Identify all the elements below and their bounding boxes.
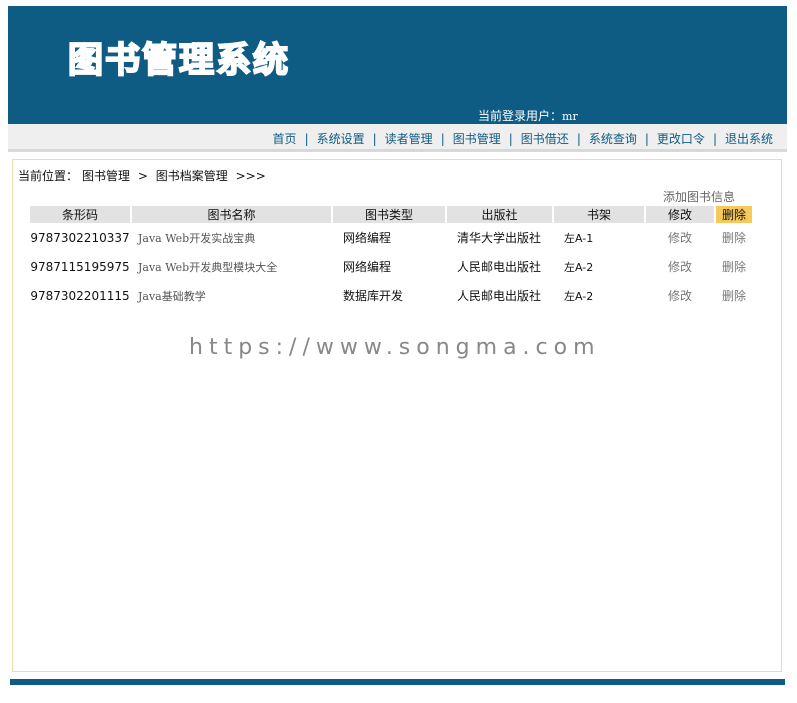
col-header-shelf: 书架 bbox=[554, 206, 644, 223]
nav-borrow-return[interactable]: 图书借还 bbox=[521, 130, 569, 147]
table-header-row: 条形码 图书名称 图书类型 出版社 书架 修改 删除 bbox=[30, 206, 752, 223]
cell-shelf: 左A-2 bbox=[564, 289, 594, 303]
nav-separator: | bbox=[372, 131, 377, 146]
breadcrumb-label: 当前位置： bbox=[18, 169, 79, 183]
breadcrumb-section: 图书管理 bbox=[82, 169, 131, 183]
cell-book-name: Java Web开发典型模块大全 bbox=[138, 260, 278, 274]
watermark-text: https://www.songma.com bbox=[189, 335, 601, 360]
cell-book-name: Java Web开发实战宝典 bbox=[138, 231, 256, 245]
col-header-barcode: 条形码 bbox=[30, 206, 130, 223]
nav-system-query[interactable]: 系统查询 bbox=[589, 130, 637, 147]
breadcrumb-arrow: > bbox=[137, 169, 148, 183]
edit-link[interactable]: 修改 bbox=[646, 252, 714, 281]
current-user-info: 当前登录用户：mr bbox=[478, 107, 578, 124]
books-table: 条形码 图书名称 图书类型 出版社 书架 修改 删除 9787302210337… bbox=[28, 206, 754, 310]
nav-separator: | bbox=[712, 131, 717, 146]
col-header-book-type: 图书类型 bbox=[333, 206, 445, 223]
nav-system-settings[interactable]: 系统设置 bbox=[317, 130, 365, 147]
nav-separator: | bbox=[304, 131, 309, 146]
nav-home[interactable]: 首页 bbox=[273, 130, 297, 147]
cell-book-type: 数据库开发 bbox=[343, 289, 404, 303]
cell-barcode: 9787302210337 bbox=[30, 230, 130, 245]
col-header-publisher: 出版社 bbox=[447, 206, 552, 223]
nav-book-management[interactable]: 图书管理 bbox=[453, 130, 501, 147]
nav-reader-management[interactable]: 读者管理 bbox=[385, 130, 433, 147]
edit-link[interactable]: 修改 bbox=[646, 281, 714, 310]
col-header-book-name: 图书名称 bbox=[132, 206, 331, 223]
content-panel: 当前位置： 图书管理 > 图书档案管理 >>> 添加图书信息 条形码 图书名称 图… bbox=[12, 159, 782, 672]
breadcrumb-page: 图书档案管理 bbox=[155, 169, 228, 183]
login-label: 当前登录用户： bbox=[478, 109, 563, 123]
add-book-link[interactable]: 添加图书信息 bbox=[663, 188, 735, 205]
cell-book-name: Java基础教学 bbox=[138, 289, 206, 303]
delete-link[interactable]: 删除 bbox=[716, 252, 752, 281]
table-row: 9787302210337 Java Web开发实战宝典 网络编程 清华大学出版… bbox=[30, 223, 752, 252]
app-logo: 图书管理系统 bbox=[67, 40, 291, 82]
breadcrumb: 当前位置： 图书管理 > 图书档案管理 >>> bbox=[18, 167, 270, 184]
main-nav: 首页 | 系统设置 | 读者管理 | 图书管理 | 图书借还 | 系统查询 | … bbox=[8, 124, 787, 152]
table-row: 9787115195975 Java Web开发典型模块大全 网络编程 人民邮电… bbox=[30, 252, 752, 281]
delete-link[interactable]: 删除 bbox=[716, 281, 752, 310]
breadcrumb-trail: >>> bbox=[235, 169, 266, 183]
cell-barcode: 9787302201115 bbox=[30, 288, 130, 303]
nav-separator: | bbox=[440, 131, 445, 146]
cell-publisher: 清华大学出版社 bbox=[457, 231, 542, 245]
edit-link[interactable]: 修改 bbox=[646, 223, 714, 252]
nav-logout[interactable]: 退出系统 bbox=[725, 130, 773, 147]
cell-publisher: 人民邮电出版社 bbox=[457, 260, 542, 274]
nav-separator: | bbox=[644, 131, 649, 146]
login-username: mr bbox=[562, 110, 578, 123]
cell-book-type: 网络编程 bbox=[343, 231, 392, 245]
nav-separator: | bbox=[576, 131, 581, 146]
header-banner: 图书管理系统 当前登录用户：mr bbox=[8, 6, 787, 124]
col-header-delete: 删除 bbox=[716, 206, 752, 223]
cell-shelf: 左A-1 bbox=[564, 231, 594, 245]
cell-shelf: 左A-2 bbox=[564, 260, 594, 274]
footer-bar bbox=[10, 679, 785, 685]
table-row: 9787302201115 Java基础教学 数据库开发 人民邮电出版社 左A-… bbox=[30, 281, 752, 310]
cell-book-type: 网络编程 bbox=[343, 260, 392, 274]
nav-change-password[interactable]: 更改口令 bbox=[657, 130, 705, 147]
cell-barcode: 9787115195975 bbox=[30, 259, 130, 274]
cell-publisher: 人民邮电出版社 bbox=[457, 289, 542, 303]
nav-separator: | bbox=[508, 131, 513, 146]
app-window: 图书管理系统 当前登录用户：mr 首页 | 系统设置 | 读者管理 | 图书管理… bbox=[0, 0, 797, 703]
delete-link[interactable]: 删除 bbox=[716, 223, 752, 252]
col-header-edit: 修改 bbox=[646, 206, 714, 223]
